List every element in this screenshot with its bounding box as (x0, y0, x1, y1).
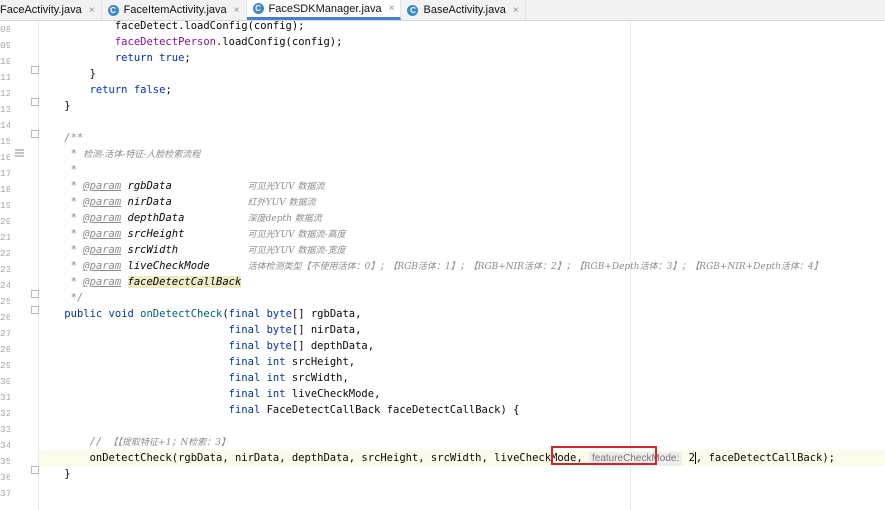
line-number: 12 (0, 88, 10, 99)
line-number: 34 (0, 440, 10, 451)
code-line: return false; (89, 84, 172, 96)
code-line: final int srcWidth, (228, 372, 349, 384)
code-line: final byte[] depthData, (228, 340, 375, 352)
close-icon[interactable]: × (89, 5, 95, 16)
fold-marker-icon[interactable] (31, 306, 39, 314)
code-line: final FaceDetectCallBack faceDetectCallB… (228, 404, 520, 416)
code-line: * @param liveCheckMode 活体检测类型【不使用活体：0】；【… (39, 260, 823, 272)
line-number: 10 (0, 56, 10, 67)
line-number: 35 (0, 456, 10, 467)
render-doc-icon[interactable] (15, 149, 24, 160)
line-number: 36 (0, 472, 10, 483)
code-line: final int liveCheckMode, (228, 388, 381, 400)
tab-label: FaceItemActivity.java (123, 4, 227, 16)
line-number: 27 (0, 328, 10, 339)
code-line: * @param nirData 红外YUV 数据流 (39, 196, 316, 208)
line-number: 18 (0, 184, 10, 195)
code-line: * @param faceDetectCallBack (39, 276, 242, 288)
tab-face-sdk-manager[interactable]: C FaceSDKManager.java × (246, 0, 402, 20)
current-code-line: onDetectCheck(rgbData, nirData, depthDat… (39, 450, 885, 466)
line-number: 19 (0, 200, 10, 211)
code-line: final byte[] nirData, (228, 324, 362, 336)
tab-face-activity[interactable]: FaceActivity.java × (0, 0, 102, 20)
line-number: 32 (0, 408, 10, 419)
code-line: } (39, 68, 96, 80)
line-number: 30 (0, 376, 10, 387)
code-line: faceDetectPerson.loadConfig(config); (114, 36, 343, 48)
line-number: 16 (0, 152, 10, 163)
line-number-gutter[interactable]: 08 09 10 11 12 13 14 15 16 17 18 19 20 2… (0, 21, 39, 510)
code-editor[interactable]: faceDetect.loadConfig(config); faceDetec… (39, 20, 885, 510)
code-line: return true; (114, 52, 191, 64)
code-line: /** (39, 132, 84, 144)
line-number: 17 (0, 168, 10, 179)
code-line: } (39, 100, 71, 112)
tab-base-activity[interactable]: C BaseActivity.java × (401, 0, 526, 20)
tab-label: BaseActivity.java (423, 4, 506, 16)
class-icon: C (407, 4, 419, 16)
line-number: 20 (0, 216, 10, 227)
fold-marker-icon[interactable] (31, 290, 39, 298)
code-line: faceDetect.loadConfig(config); (39, 20, 305, 32)
fold-marker-icon[interactable] (31, 66, 39, 74)
line-number: 08 (0, 24, 10, 35)
line-number: 24 (0, 280, 10, 291)
line-number: 29 (0, 360, 10, 371)
line-number: 26 (0, 312, 10, 323)
class-icon: C (252, 3, 264, 14)
line-number: 31 (0, 392, 10, 403)
code-line: * @param srcHeight 可见光YUV 数据流-高度 (39, 228, 346, 240)
highlight-annotation-box (551, 446, 657, 465)
code-line: final int srcHeight, (228, 356, 356, 368)
code-line: public void onDetectCheck(final byte[] r… (64, 308, 362, 320)
code-line: // 【【提取特征+1；N检索：3】 (39, 436, 230, 448)
close-icon[interactable]: × (389, 3, 395, 14)
tab-label: FaceActivity.java (0, 4, 82, 16)
close-icon[interactable]: × (234, 5, 240, 16)
code-line: * @param srcWidth 可见光YUV 数据流-宽度 (39, 244, 346, 256)
code-line: * (39, 164, 77, 176)
fold-marker-icon[interactable] (31, 130, 39, 138)
code-line: } (39, 468, 71, 480)
fold-marker-icon[interactable] (31, 98, 39, 106)
line-number: 15 (0, 136, 10, 147)
close-icon[interactable]: × (513, 5, 519, 16)
code-line: * 检测-活体-特征-人脸检索流程 (39, 148, 201, 160)
tab-label: FaceSDKManager.java (268, 2, 382, 15)
class-icon: C (107, 4, 119, 16)
line-number: 09 (0, 40, 10, 51)
line-number: 33 (0, 424, 10, 435)
code-line: * @param depthData 深度depth 数据流 (39, 212, 322, 224)
code-line: * @param rgbData 可见光YUV 数据流 (39, 180, 325, 192)
line-number: 13 (0, 104, 10, 115)
line-number: 37 (0, 488, 10, 499)
line-number: 28 (0, 344, 10, 355)
line-number: 21 (0, 232, 10, 243)
line-number: 22 (0, 248, 10, 259)
code-line: */ (39, 292, 84, 304)
line-number: 14 (0, 120, 10, 131)
line-number: 11 (0, 72, 10, 83)
line-number: 23 (0, 264, 10, 275)
tab-face-item-activity[interactable]: C FaceItemActivity.java × (102, 0, 247, 20)
line-number: 25 (0, 296, 10, 307)
fold-marker-icon[interactable] (31, 466, 39, 474)
